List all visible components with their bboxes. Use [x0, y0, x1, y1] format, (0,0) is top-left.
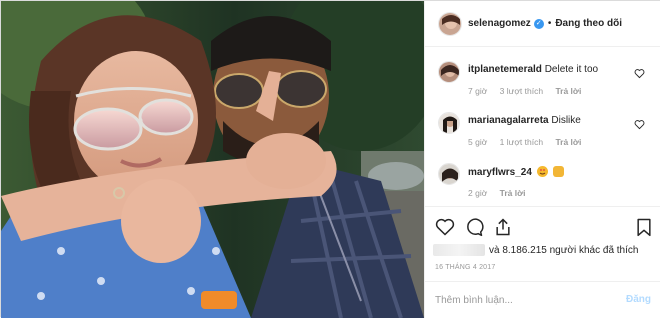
comment-list: itplanetemerald Delete it too 7 giờ 3 lư…	[425, 53, 660, 206]
post-photo-image	[1, 1, 424, 318]
add-comment-bar: Đăng	[425, 281, 660, 318]
post-date[interactable]: 16 THÁNG 4 2017	[435, 264, 495, 271]
commenter-avatar[interactable]	[438, 112, 460, 134]
clapping-hands-emoji-icon	[552, 166, 564, 177]
comment-text-line: maryflwrs_24	[468, 166, 564, 178]
comment-meta: 5 giờ 1 lượt thích Trả lời	[468, 137, 591, 147]
instagram-post-window: selenagomez ✓ • Đang theo dõi itplanetem…	[0, 0, 660, 318]
verified-badge-icon: ✓	[533, 18, 544, 29]
comment-text-line: itplanetemerald Delete it too	[468, 64, 598, 75]
comment-time[interactable]: 2 giờ	[468, 188, 487, 198]
post-side-panel: selenagomez ✓ • Đang theo dõi itplanetem…	[424, 1, 660, 318]
likes-count-text: và 8.186.215 người khác đã thích	[489, 244, 639, 256]
reply-button[interactable]: Trả lời	[500, 188, 526, 198]
comment-heart-icon[interactable]	[634, 68, 645, 79]
comment-like-count[interactable]: 1 lượt thích	[500, 137, 543, 147]
comment-bubble-icon[interactable]	[464, 217, 484, 237]
commenter-avatar[interactable]	[438, 163, 460, 185]
share-icon[interactable]	[493, 217, 513, 237]
likes-summary[interactable]: và 8.186.215 người khác đã thích	[433, 241, 659, 259]
reply-button[interactable]: Trả lời	[555, 86, 581, 96]
comment-meta: 2 giờ Trả lời	[468, 188, 536, 198]
comment-input[interactable]	[435, 291, 615, 309]
comment-text-line: marianagalarreta Dislike	[468, 115, 581, 126]
comment-item: maryflwrs_24 2 giờ Trả lời	[425, 155, 660, 206]
commenter-username[interactable]: itplanetemerald	[468, 64, 542, 75]
heart-eyes-emoji-icon	[536, 166, 548, 177]
comment-item: marianagalarreta Dislike 5 giờ 1 lượt th…	[425, 104, 660, 155]
post-header: selenagomez ✓ • Đang theo dõi	[425, 1, 660, 47]
post-photo[interactable]	[1, 1, 424, 318]
heart-outline-icon[interactable]	[435, 217, 455, 237]
comment-text: Delete it too	[544, 64, 599, 75]
avatar[interactable]	[438, 11, 462, 36]
reply-button[interactable]: Trả lời	[555, 137, 581, 147]
comment-time[interactable]: 7 giờ	[468, 86, 487, 96]
separator-dot: •	[547, 18, 552, 29]
comment-text: Dislike	[551, 115, 581, 126]
post-comment-button[interactable]: Đăng	[626, 294, 651, 305]
comment-item: itplanetemerald Delete it too 7 giờ 3 lư…	[425, 53, 660, 104]
comment-meta: 7 giờ 3 lượt thích Trả lời	[468, 86, 591, 96]
comment-time[interactable]: 5 giờ	[468, 137, 487, 147]
post-author-username[interactable]: selenagomez	[468, 18, 531, 29]
post-action-bar	[425, 206, 660, 244]
comment-like-count[interactable]: 3 lượt thích	[500, 86, 543, 96]
blurred-liker-name	[433, 244, 485, 256]
comment-heart-icon[interactable]	[634, 119, 645, 130]
commenter-username[interactable]: maryflwrs_24	[468, 167, 532, 178]
commenter-username[interactable]: marianagalarreta	[468, 115, 549, 126]
commenter-avatar[interactable]	[438, 61, 460, 83]
following-button[interactable]: Đang theo dõi	[555, 18, 622, 29]
bookmark-icon[interactable]	[634, 217, 654, 237]
